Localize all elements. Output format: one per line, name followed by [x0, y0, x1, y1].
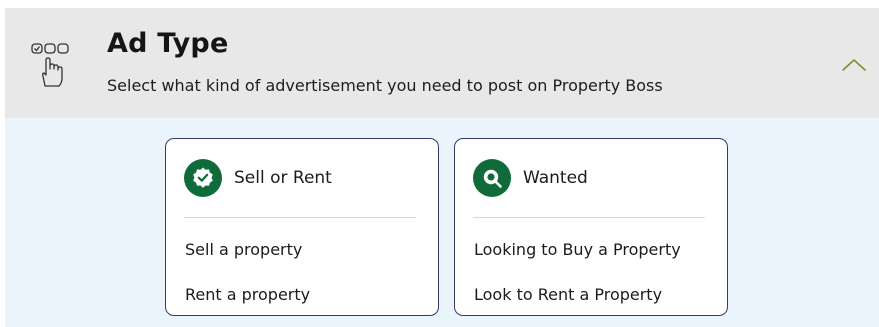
section-title: Ad Type	[107, 28, 229, 59]
select-option-hand-icon	[31, 42, 71, 88]
card-header: Sell or Rent	[184, 159, 332, 197]
card-divider	[473, 217, 705, 218]
verified-badge-icon	[184, 159, 222, 197]
ad-type-options-panel	[5, 118, 879, 327]
section-subtitle: Select what kind of advertisement you ne…	[107, 76, 663, 95]
ad-type-header[interactable]: Ad Type Select what kind of advertisemen…	[5, 8, 879, 118]
option-sell-a-property[interactable]: Sell a property	[185, 240, 302, 259]
chevron-up-icon[interactable]	[839, 54, 869, 76]
wanted-card: Wanted Looking to Buy a Property Look to…	[454, 138, 728, 316]
option-looking-to-buy[interactable]: Looking to Buy a Property	[474, 240, 681, 259]
card-divider	[184, 217, 416, 218]
sell-or-rent-card: Sell or Rent Sell a property Rent a prop…	[165, 138, 439, 316]
option-look-to-rent[interactable]: Look to Rent a Property	[474, 285, 662, 304]
card-title: Wanted	[523, 168, 588, 188]
search-icon	[473, 159, 511, 197]
card-title: Sell or Rent	[234, 168, 332, 188]
option-rent-a-property[interactable]: Rent a property	[185, 285, 310, 304]
card-header: Wanted	[473, 159, 588, 197]
